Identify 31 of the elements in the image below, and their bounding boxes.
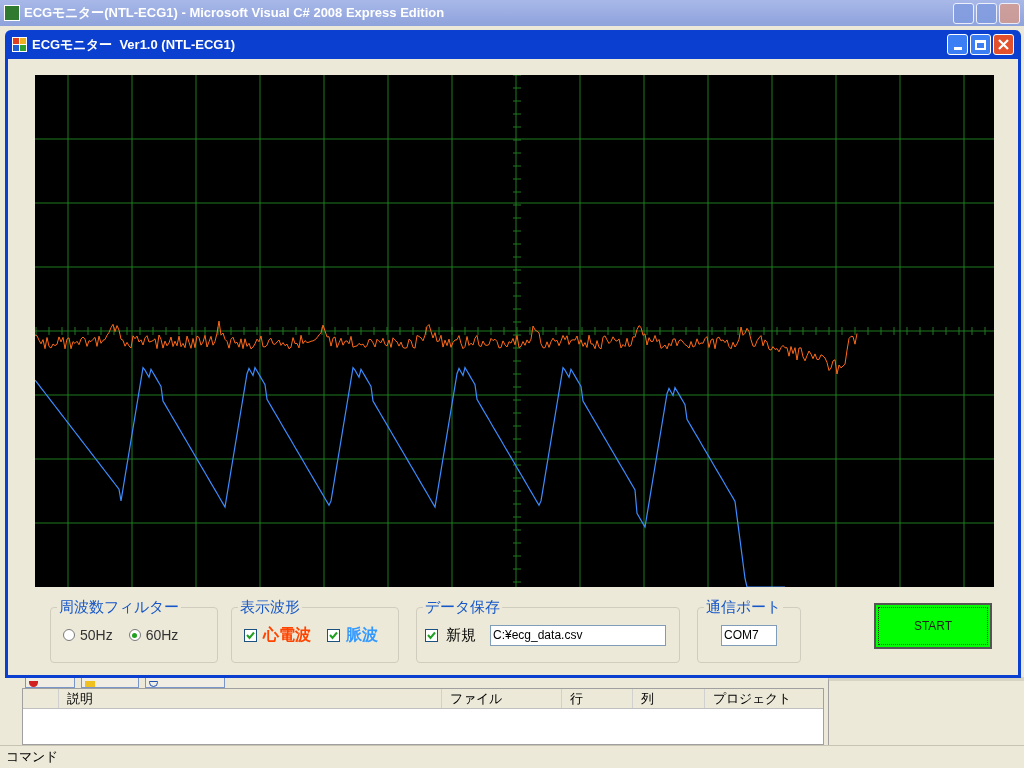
error-icon bbox=[29, 681, 38, 687]
maximize-button[interactable] bbox=[970, 34, 991, 55]
column-header[interactable]: ファイル bbox=[442, 689, 562, 708]
checkbox-label: 新規 bbox=[446, 624, 476, 645]
column-header[interactable]: 説明 bbox=[59, 689, 442, 708]
radio-option[interactable]: 60Hz bbox=[128, 624, 179, 646]
file-path-field[interactable]: C:¥ecg_data.csv bbox=[490, 624, 666, 646]
app-icon bbox=[4, 5, 20, 21]
group-legend: 表示波形 bbox=[238, 597, 302, 617]
app-icon bbox=[12, 37, 27, 52]
close-icon bbox=[998, 39, 1009, 50]
radio-button[interactable] bbox=[128, 629, 141, 641]
checkbox[interactable] bbox=[244, 628, 257, 642]
window-title: ECGモニター Ver1.0 (NTL-ECG1) bbox=[32, 35, 236, 54]
group-legend: 周波数フィルター bbox=[57, 597, 181, 617]
group-legend: 通信ポート bbox=[704, 597, 783, 617]
port-field[interactable]: COM7 bbox=[721, 624, 777, 646]
column-header[interactable]: 列 bbox=[633, 689, 705, 708]
status-text: コマンド bbox=[6, 748, 58, 767]
start-button[interactable]: START bbox=[874, 603, 992, 649]
radio-button[interactable] bbox=[63, 629, 75, 641]
group-legend: データ保存 bbox=[423, 597, 502, 617]
checkbox[interactable] bbox=[425, 628, 438, 642]
radio-option[interactable]: 50Hz bbox=[63, 624, 113, 646]
checkbox[interactable] bbox=[327, 628, 340, 642]
warning-icon bbox=[85, 681, 95, 687]
checkbox-label: 脈波 bbox=[346, 625, 378, 645]
window-title: ECGモニター(NTL-ECG1) - Microsoft Visual C# 2008 Express Edition bbox=[24, 4, 446, 23]
column-header[interactable]: プロジェクト bbox=[705, 689, 823, 708]
column-header[interactable]: 行 bbox=[562, 689, 633, 708]
checkbox-label: 心電波 bbox=[263, 625, 311, 645]
